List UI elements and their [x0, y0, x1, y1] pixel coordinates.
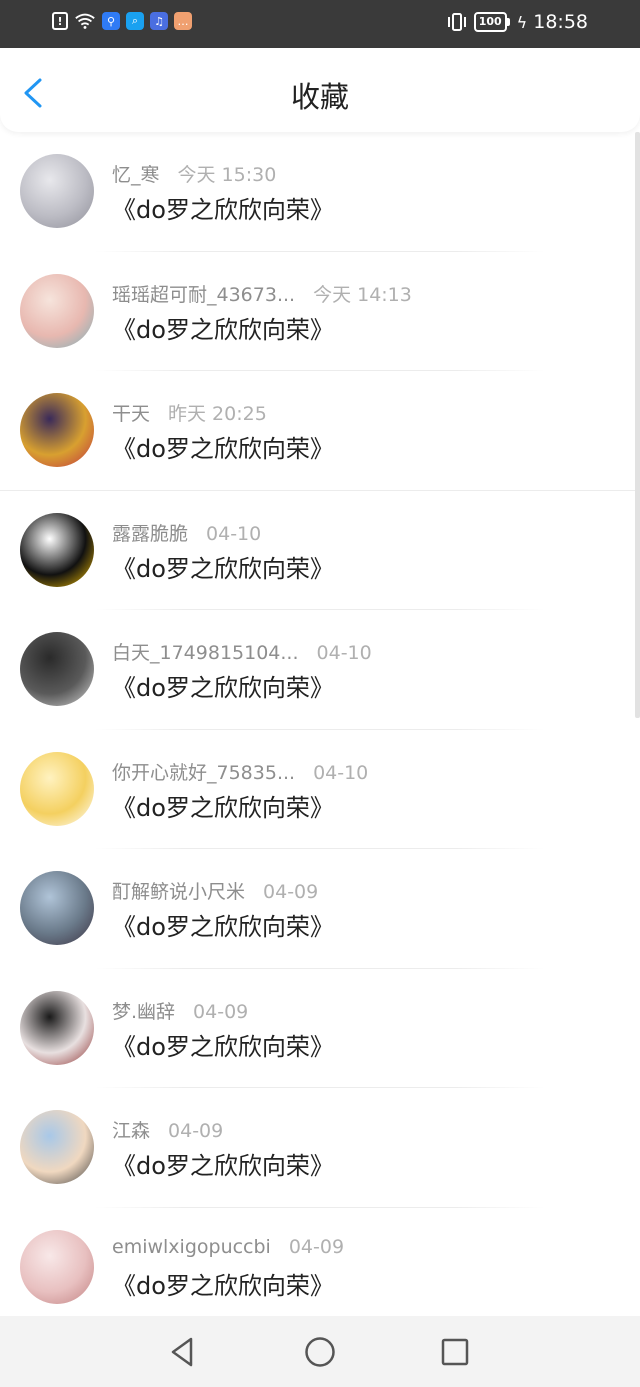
item-meta: 露露脆脆 04-10 [112, 519, 261, 546]
avatar[interactable] [20, 512, 94, 587]
home-circle-icon[interactable] [302, 1334, 338, 1370]
vibrate-icon [447, 13, 466, 31]
status-time: 18:58 [533, 11, 588, 33]
scrollbar[interactable] [635, 132, 640, 718]
item-meta: 你开心就好_75835... 04-10 [112, 758, 368, 785]
favorite-title: 《do罗之欣欣向荣》 [112, 435, 334, 463]
user-name: 江森 [112, 1120, 151, 1142]
list-item[interactable]: 酊解鲚说小尺米 04-09 《do罗之欣欣向荣》 [0, 849, 640, 969]
avatar[interactable] [20, 990, 94, 1065]
message-icon: … [174, 12, 192, 30]
timestamp: 04-10 [316, 642, 372, 664]
user-name: 梦.幽辞 [112, 1000, 176, 1023]
list-item[interactable]: 梦.幽辞 04-09 《do罗之欣欣向荣》 [0, 969, 640, 1088]
page-title: 收藏 [290, 80, 349, 114]
list-item[interactable]: 瑶瑶超可耐_43673... 今天 14:13 《do罗之欣欣向荣》 [0, 252, 640, 371]
recents-square-icon[interactable] [437, 1334, 473, 1370]
status-bar: ! ⚲ ⌕ ♫ … 100 ϟ 18:58 [0, 0, 640, 48]
user-name: 忆_寒 [112, 164, 160, 186]
item-meta: emiwlxigopuccbi 04-09 [112, 1236, 344, 1258]
item-meta: 白天_1749815104... 04-10 [112, 638, 372, 665]
timestamp: 今天 15:30 [177, 164, 277, 186]
list-item[interactable]: 干天 昨天 20:25 《do罗之欣欣向荣》 [0, 371, 640, 491]
avatar[interactable] [20, 273, 94, 348]
user-name: 瑶瑶超可耐_43673... [112, 283, 296, 306]
avatar[interactable] [20, 1229, 94, 1304]
list-item[interactable]: 白天_1749815104... 04-10 《do罗之欣欣向荣》 [0, 610, 640, 730]
favorite-title: 《do罗之欣欣向荣》 [112, 1152, 334, 1180]
favorites-list: 忆_寒 今天 15:30 《do罗之欣欣向荣》 瑶瑶超可耐_43673... 今天 14… [0, 132, 640, 1327]
avatar[interactable] [20, 632, 94, 706]
user-name: 酊解鲚说小尺米 [112, 881, 246, 903]
back-triangle-icon[interactable] [165, 1334, 201, 1370]
favorite-title: 《do罗之欣欣向荣》 [112, 674, 334, 702]
battery-indicator: 100 [473, 12, 510, 32]
charging-icon: ϟ [516, 12, 528, 32]
timestamp: 04-09 [193, 1000, 249, 1023]
item-meta: 瑶瑶超可耐_43673... 今天 14:13 [112, 280, 412, 307]
timestamp: 今天 14:13 [313, 283, 412, 306]
app-header: 收藏 [0, 48, 640, 132]
user-name: 白天_1749815104... [112, 642, 299, 664]
favorite-title: 《do罗之欣欣向荣》 [112, 196, 334, 224]
favorite-title: 《do罗之欣欣向荣》 [112, 793, 334, 822]
list-item[interactable]: 忆_寒 今天 15:30 《do罗之欣欣向荣》 [0, 132, 640, 252]
avatar[interactable] [20, 871, 94, 945]
user-name: 你开心就好_75835... [112, 761, 296, 784]
avatar[interactable] [20, 1110, 94, 1184]
timestamp: 04-09 [263, 881, 319, 903]
list-item[interactable]: 你开心就好_75835... 04-10 《do罗之欣欣向荣》 [0, 730, 640, 849]
app-icon-2: ⌕ [126, 12, 144, 30]
music-icon: ♫ [150, 12, 168, 30]
favorite-title: 《do罗之欣欣向荣》 [112, 315, 334, 344]
favorite-title: 《do罗之欣欣向荣》 [112, 913, 334, 941]
user-name: 干天 [112, 403, 151, 425]
alert-icon: ! [52, 12, 68, 30]
status-icons-right: 100 ϟ 18:58 [446, 11, 588, 33]
item-meta: 干天 昨天 20:25 [112, 399, 267, 426]
favorite-title: 《do罗之欣欣向荣》 [112, 1271, 334, 1300]
avatar[interactable] [20, 154, 94, 228]
system-nav-bar [0, 1316, 640, 1387]
favorite-title: 《do罗之欣欣向荣》 [112, 554, 334, 583]
timestamp: 04-09 [168, 1120, 224, 1142]
app-icon-1: ⚲ [102, 12, 120, 30]
item-meta: 忆_寒 今天 15:30 [112, 160, 276, 187]
avatar[interactable] [20, 751, 94, 826]
wifi-icon [75, 13, 95, 29]
status-icons-left: ! ⚲ ⌕ ♫ … [52, 12, 192, 30]
timestamp: 04-10 [313, 761, 369, 784]
timestamp: 04-09 [288, 1235, 345, 1258]
list-item[interactable]: 江森 04-09 《do罗之欣欣向荣》 [0, 1088, 640, 1208]
list-item[interactable]: emiwlxigopuccbi 04-09 《do罗之欣欣向荣》 [0, 1208, 640, 1328]
item-meta: 梦.幽辞 04-09 [112, 997, 248, 1024]
timestamp: 04-10 [206, 522, 262, 545]
avatar[interactable] [20, 393, 94, 467]
user-name: emiwlxigopuccbi [112, 1235, 271, 1258]
favorite-title: 《do罗之欣欣向荣》 [112, 1032, 334, 1061]
user-name: 露露脆脆 [112, 522, 189, 545]
timestamp: 昨天 20:25 [168, 403, 267, 425]
list-item[interactable]: 露露脆脆 04-10 《do罗之欣欣向荣》 [0, 491, 640, 610]
item-meta: 江森 04-09 [112, 1116, 223, 1143]
item-meta: 酊解鲚说小尺米 04-09 [112, 877, 318, 904]
